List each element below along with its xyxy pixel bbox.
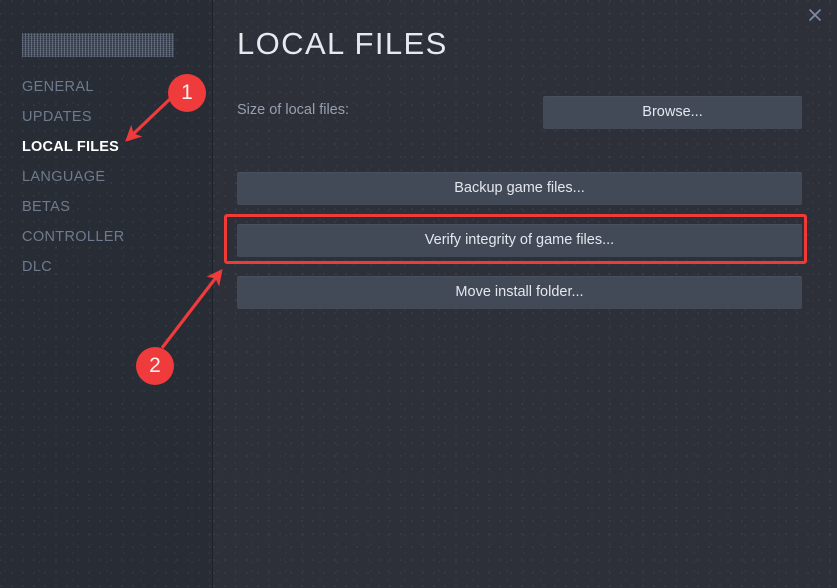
sidebar-item-controller[interactable]: CONTROLLER (0, 222, 213, 252)
sidebar-item-betas[interactable]: BETAS (0, 192, 213, 222)
backup-game-files-button[interactable]: Backup game files... (237, 172, 802, 205)
main-panel: LOCAL FILES Size of local files: Browse.… (213, 0, 837, 588)
browse-button[interactable]: Browse... (543, 96, 802, 129)
sidebar-item-local-files[interactable]: LOCAL FILES (0, 132, 213, 162)
sidebar-item-updates[interactable]: UPDATES (0, 102, 213, 132)
sidebar: GENERAL UPDATES LOCAL FILES LANGUAGE BET… (0, 0, 213, 588)
sidebar-item-language[interactable]: LANGUAGE (0, 162, 213, 192)
verify-integrity-button[interactable]: Verify integrity of game files... (237, 224, 802, 257)
sidebar-item-dlc[interactable]: DLC (0, 252, 213, 282)
redacted-game-title (22, 33, 174, 57)
move-install-folder-button[interactable]: Move install folder... (237, 276, 802, 309)
page-title: LOCAL FILES (237, 26, 448, 61)
sidebar-nav: GENERAL UPDATES LOCAL FILES LANGUAGE BET… (0, 72, 213, 282)
close-icon[interactable] (802, 2, 828, 28)
sidebar-item-general[interactable]: GENERAL (0, 72, 213, 102)
size-of-local-files-row: Size of local files: Browse... (213, 96, 837, 129)
steam-game-properties-window: GENERAL UPDATES LOCAL FILES LANGUAGE BET… (0, 0, 837, 588)
size-of-local-files-label: Size of local files: (237, 102, 350, 118)
